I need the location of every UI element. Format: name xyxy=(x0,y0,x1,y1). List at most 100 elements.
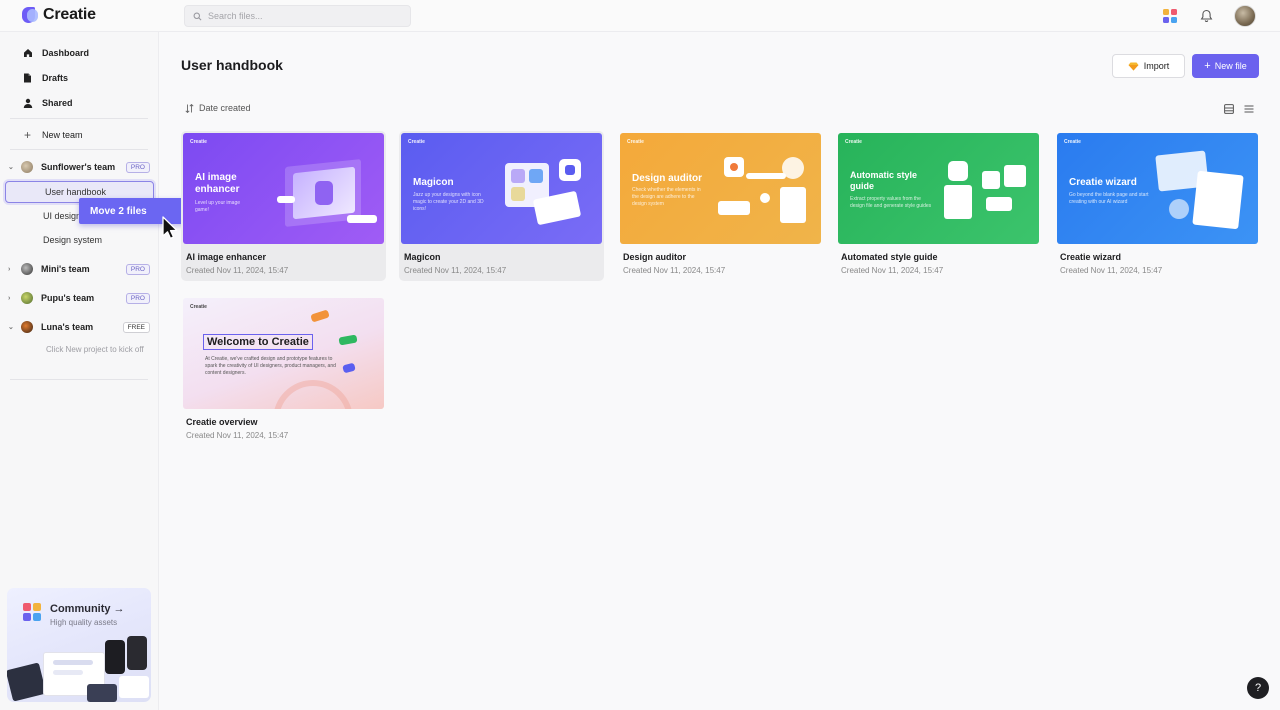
thumbnail-brand: Creatie xyxy=(627,139,644,145)
file-card-creatie-wizard[interactable]: Creatie Creatie wizard Go beyond the bla… xyxy=(1055,131,1260,281)
file-name: Magicon xyxy=(404,252,441,262)
file-name: Creatie overview xyxy=(186,417,258,427)
sidebar: Dashboard Drafts Shared + New team ⌄ Sun… xyxy=(0,32,159,710)
plan-badge: PRO xyxy=(125,161,150,173)
team-avatar xyxy=(21,292,33,304)
chevron-down-icon[interactable]: ⌄ xyxy=(8,323,18,331)
thumbnail-brand: Creatie xyxy=(190,139,207,145)
team-name: Luna's team xyxy=(41,322,94,332)
asset-preview xyxy=(87,684,117,702)
file-card-magicon[interactable]: Creatie Magicon Jazz up your designs wit… xyxy=(399,131,604,281)
community-subtitle: High quality assets xyxy=(50,618,118,627)
import-label: Import xyxy=(1143,61,1170,71)
bell-icon[interactable] xyxy=(1200,9,1213,23)
file-card-creatie-overview[interactable]: Creatie Welcome to Creatie At Creatie, w… xyxy=(181,296,386,446)
user-avatar[interactable] xyxy=(1234,5,1256,27)
team-pupu[interactable]: › Pupu's team PRO xyxy=(8,290,150,306)
app-name: Creatie xyxy=(43,6,96,23)
thumbnail-title: Welcome to Creatie xyxy=(203,334,313,350)
nav-dashboard[interactable]: Dashboard xyxy=(22,45,89,61)
search-box[interactable] xyxy=(184,5,411,27)
file-date: Created Nov 11, 2024, 15:47 xyxy=(841,266,944,275)
project-design-system[interactable]: Design system xyxy=(43,233,102,247)
creatie-logo-icon xyxy=(22,7,38,23)
nav-drafts[interactable]: Drafts xyxy=(22,70,68,86)
asset-preview xyxy=(53,670,83,675)
list-view-icon[interactable] xyxy=(1244,104,1254,114)
user-icon xyxy=(23,98,32,108)
help-button[interactable]: ? xyxy=(1247,677,1269,699)
thumbnail-title: Design auditor xyxy=(632,173,703,184)
asset-preview xyxy=(127,636,147,670)
file-thumbnail: Creatie Welcome to Creatie At Creatie, w… xyxy=(183,298,384,409)
thumbnail-brand: Creatie xyxy=(408,139,425,145)
thumbnail-desc: Jazz up your designs with icon magic to … xyxy=(413,192,484,212)
project-ui-design[interactable]: UI design xyxy=(43,209,81,223)
sort-icon xyxy=(185,103,194,113)
team-sunflower[interactable]: ⌄ Sunflower's team PRO xyxy=(8,159,150,175)
thumbnail-desc: Check whether the elements in the design… xyxy=(632,187,701,207)
file-date: Created Nov 11, 2024, 15:47 xyxy=(404,266,507,275)
thumbnail-brand: Creatie xyxy=(845,139,862,145)
thumbnail-brand: Creatie xyxy=(1064,139,1081,145)
file-card-ai-image-enhancer[interactable]: Creatie AI image enhancer Level up your … xyxy=(181,131,386,281)
file-date: Created Nov 11, 2024, 15:47 xyxy=(186,266,289,275)
team-name: Pupu's team xyxy=(41,293,95,303)
community-card[interactable]: Community → High quality assets xyxy=(7,588,151,702)
asset-preview xyxy=(53,660,93,665)
file-date: Created Nov 11, 2024, 15:47 xyxy=(1060,266,1163,275)
thumbnail-title: Magicon xyxy=(413,177,454,188)
nav-label: Dashboard xyxy=(42,48,90,58)
chevron-down-icon[interactable]: ⌄ xyxy=(8,163,18,171)
thumbnail-brand: Creatie xyxy=(190,304,207,310)
team-avatar xyxy=(21,321,33,333)
app-logo[interactable]: Creatie xyxy=(22,6,96,24)
nav-shared[interactable]: Shared xyxy=(22,95,73,111)
file-name: AI image enhancer xyxy=(186,252,267,262)
import-button[interactable]: Import xyxy=(1112,54,1185,78)
nav-label: Drafts xyxy=(42,73,69,83)
nav-label: Shared xyxy=(42,98,73,108)
asset-preview xyxy=(119,676,149,698)
sort-control[interactable]: Date created xyxy=(185,103,251,113)
plan-badge: PRO xyxy=(125,292,150,304)
new-file-label: New file xyxy=(1214,61,1247,71)
thumbnail-title: AI image enhancer xyxy=(195,172,240,195)
new-team-button[interactable]: + New team xyxy=(22,127,83,143)
file-icon xyxy=(24,73,31,83)
team-luna[interactable]: ⌄ Luna's team FREE xyxy=(8,319,150,335)
pointer-cursor-icon xyxy=(162,216,178,240)
project-user-handbook[interactable]: User handbook xyxy=(45,185,106,199)
team-avatar xyxy=(21,161,33,173)
team-name: Sunflower's team xyxy=(41,162,116,172)
thumbnail-title: Automatic style guide xyxy=(850,170,918,191)
sort-label: Date created xyxy=(199,103,251,113)
new-team-label: New team xyxy=(42,130,83,140)
search-input[interactable] xyxy=(208,11,398,21)
file-name: Creatie wizard xyxy=(1060,252,1122,262)
file-name: Design auditor xyxy=(623,252,687,262)
new-file-button[interactable]: + New file xyxy=(1192,54,1259,78)
file-thumbnail: Creatie Design auditor Check whether the… xyxy=(620,133,821,244)
file-card-automated-style-guide[interactable]: Creatie Automatic style guide Extract pr… xyxy=(836,131,1041,281)
home-icon xyxy=(23,49,32,57)
file-card-design-auditor[interactable]: Creatie Design auditor Check whether the… xyxy=(618,131,823,281)
chevron-right-icon[interactable]: › xyxy=(8,295,18,302)
file-name: Automated style guide xyxy=(841,252,938,262)
plan-badge: FREE xyxy=(122,321,150,333)
sidebar-divider xyxy=(10,379,148,380)
chevron-right-icon[interactable]: › xyxy=(8,266,18,273)
grid-view-icon[interactable] xyxy=(1224,104,1234,114)
thumbnail-title: Creatie wizard xyxy=(1069,177,1137,188)
sketch-icon xyxy=(1128,62,1139,70)
thumbnail-desc: Go beyond the blank page and start creat… xyxy=(1069,192,1149,205)
community-title: Community → xyxy=(50,603,125,615)
asset-preview xyxy=(7,662,47,702)
team-name: Mini's team xyxy=(41,264,90,274)
apps-icon[interactable] xyxy=(1163,9,1177,23)
empty-team-hint: Click New project to kick off xyxy=(46,345,144,354)
plan-badge: PRO xyxy=(125,263,150,275)
thumbnail-desc: At Creatie, we've crafted design and pro… xyxy=(205,356,336,376)
team-mini[interactable]: › Mini's team PRO xyxy=(8,261,150,277)
file-thumbnail: Creatie Magicon Jazz up your designs wit… xyxy=(401,133,602,244)
